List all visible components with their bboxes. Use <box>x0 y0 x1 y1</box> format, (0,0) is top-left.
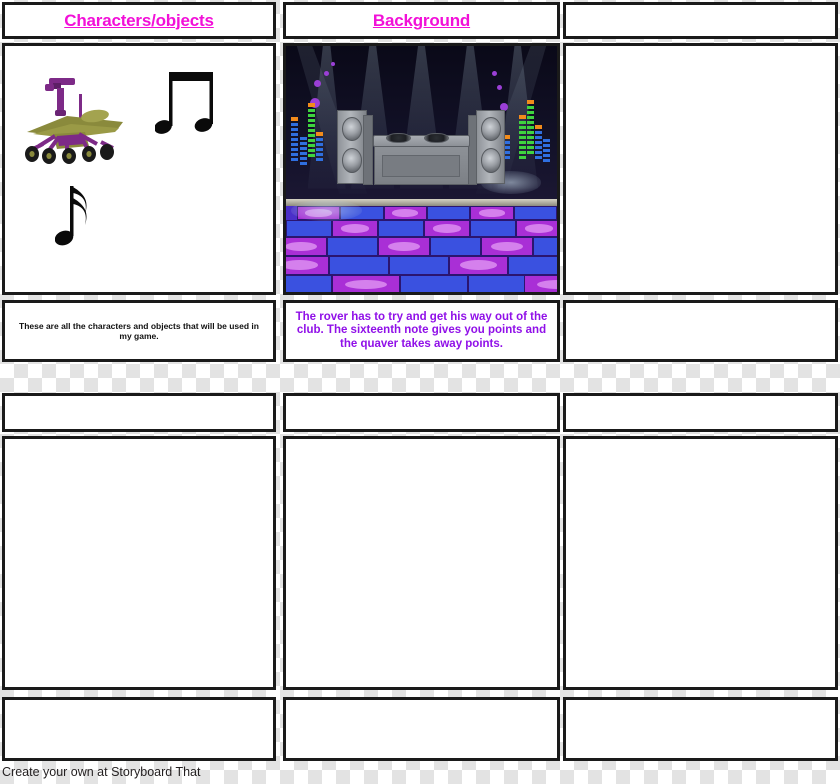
cell-artwork-r1c1[interactable] <box>2 43 276 295</box>
floor-tile <box>332 220 379 237</box>
floor-tile <box>326 236 379 256</box>
cell-caption-r1c1[interactable]: These are all the characters and objects… <box>2 300 276 362</box>
floor-tile <box>448 255 509 276</box>
equalizer-bar <box>315 132 323 181</box>
floor-tile <box>383 205 427 221</box>
disco-dot <box>323 70 329 76</box>
cell-caption-r1c2[interactable]: The rover has to try and get his way out… <box>283 300 560 362</box>
equalizer-bar <box>291 117 299 179</box>
cell-title-r1c3[interactable] <box>563 2 838 39</box>
floor-tile <box>378 220 425 237</box>
storyboard-grid: Characters/objects These are all the cha… <box>0 0 840 784</box>
floor-tile <box>516 220 557 237</box>
cell-title-text-r1c1: Characters/objects <box>64 10 214 30</box>
turntable <box>386 132 411 144</box>
cell-title-r2c1[interactable] <box>2 393 276 432</box>
floor-tile <box>524 275 557 292</box>
equalizer-bar <box>535 124 543 182</box>
cell-caption-r2c2[interactable] <box>283 697 560 761</box>
cell-caption-r2c1[interactable] <box>2 697 276 761</box>
cell-title-text-r1c2: Background <box>372 10 471 30</box>
floor-tile <box>481 236 533 256</box>
disco-dot <box>491 70 497 76</box>
floor-tile <box>286 220 333 237</box>
cell-caption-r2c3[interactable] <box>563 697 838 761</box>
floor-tile <box>388 255 449 276</box>
characters-objects-scene <box>5 46 273 292</box>
equalizer-bar <box>307 102 315 182</box>
floor-tile <box>470 220 517 237</box>
floor-tile <box>532 236 557 256</box>
floor-tile <box>286 255 330 276</box>
floor-tile <box>332 275 400 292</box>
cell-caption-text-r1c1: These are all the characters and objects… <box>19 320 259 341</box>
sixteenth-note-icon <box>54 184 103 255</box>
floor-tile <box>378 236 430 256</box>
floor-tile <box>286 275 333 292</box>
cell-caption-text-r1c2: The rover has to try and get his way out… <box>295 310 548 350</box>
left-speaker-side <box>362 114 373 185</box>
cell-title-r2c2[interactable] <box>283 393 560 432</box>
speaker-cone <box>342 148 363 173</box>
cell-artwork-r2c2[interactable] <box>283 436 560 690</box>
right-speaker-side <box>467 114 477 185</box>
floor-tile <box>513 205 557 221</box>
mars-rover-icon <box>19 74 131 171</box>
equalizer-bar <box>527 100 535 181</box>
floor-tile <box>426 205 471 221</box>
floor-tile <box>424 220 471 237</box>
cell-title-r1c1[interactable]: Characters/objects <box>2 2 276 39</box>
equalizer-bar <box>543 139 551 181</box>
cell-artwork-r2c3[interactable] <box>563 436 838 690</box>
cell-title-r1c2[interactable]: Background <box>283 2 560 39</box>
cell-caption-r1c3[interactable] <box>563 300 838 362</box>
cell-artwork-r1c2[interactable] <box>283 43 560 295</box>
floor-tile <box>286 236 327 256</box>
right-speaker <box>475 109 506 184</box>
floor-tile <box>429 236 482 256</box>
floor-tile <box>508 255 557 276</box>
speaker-cone <box>480 116 501 142</box>
dance-floor <box>286 198 557 292</box>
footer-attribution: Create your own at Storyboard That <box>2 765 201 779</box>
floor-tile <box>399 275 468 292</box>
turntable <box>424 132 449 144</box>
cell-artwork-r1c3[interactable] <box>563 43 838 295</box>
beamed-eighth-notes-icon <box>154 70 217 147</box>
equalizer-bar <box>299 137 307 181</box>
floor-tile <box>329 255 389 276</box>
floor-tile <box>470 205 514 221</box>
speaker-cone <box>342 116 363 142</box>
cell-artwork-r2c1[interactable] <box>2 436 276 690</box>
disco-dot <box>330 61 335 66</box>
dj-booth <box>374 145 469 185</box>
floor-spotlight <box>291 200 362 221</box>
speaker-cone <box>480 148 501 173</box>
cell-title-r2c3[interactable] <box>563 393 838 432</box>
nightclub-dancefloor-scene <box>286 46 557 292</box>
dj-booth-face <box>382 154 461 178</box>
